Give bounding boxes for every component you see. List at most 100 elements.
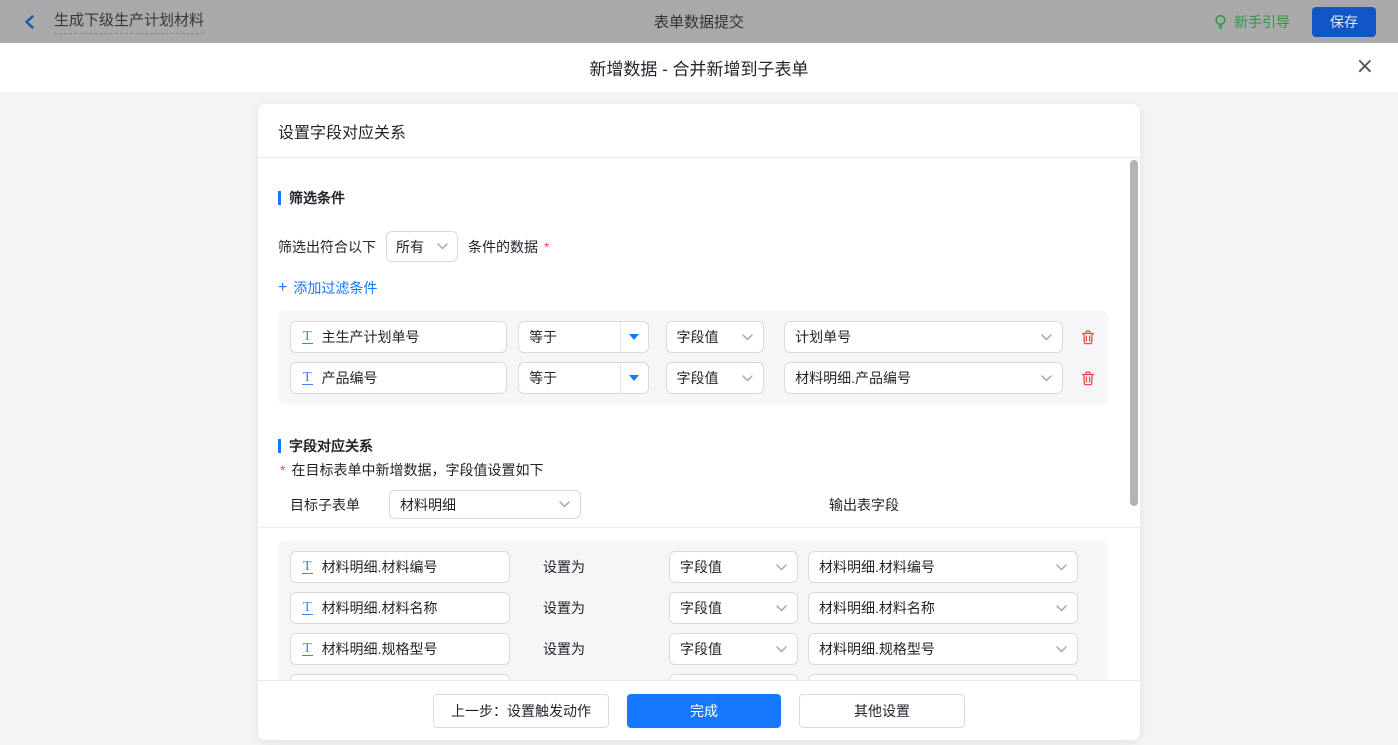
chevron-down-icon	[1041, 375, 1052, 382]
chevron-down-icon	[776, 646, 787, 653]
required-asterisk: *	[544, 239, 549, 255]
value-type-select[interactable]: 字段值	[669, 551, 798, 583]
delete-row-icon[interactable]	[1080, 329, 1096, 346]
top-app-bar: 表单数据提交 生成下级生产计划材料 新手引导 保存	[0, 0, 1398, 43]
value-type-value: 字段值	[680, 598, 722, 618]
set-as-label: 设置为	[543, 598, 587, 618]
operator-select[interactable]: 等于	[518, 321, 648, 353]
value-type-value: 字段值	[677, 327, 719, 347]
triangle-down-icon	[629, 375, 639, 381]
plus-icon: +	[278, 281, 287, 295]
modal-title: 新增数据 - 合并新增到子表单	[589, 55, 808, 80]
operator-select[interactable]: 等于	[518, 362, 648, 394]
operator-dropdown-button[interactable]	[620, 322, 648, 352]
filter-suffix-text: 条件的数据	[468, 237, 538, 257]
mapping-field-label: 材料明细.材料名称	[322, 598, 438, 618]
value-type-value: 字段值	[680, 639, 722, 659]
triangle-down-icon	[629, 334, 639, 340]
page-title: 表单数据提交	[0, 11, 1398, 32]
required-asterisk: *	[280, 462, 285, 478]
mapping-field-label: 材料明细.材料编号	[322, 557, 438, 577]
output-field-select[interactable]: 材料明细.规格型号	[808, 633, 1078, 665]
back-icon[interactable]	[22, 13, 40, 31]
text-field-icon: T	[302, 371, 313, 385]
mapping-field-selector[interactable]: T 材料明细.材料编号	[290, 551, 510, 583]
filter-section-title-text: 筛选条件	[289, 188, 345, 208]
value-type-select[interactable]: 字段值	[669, 633, 798, 665]
value-type-value: 字段值	[680, 557, 722, 577]
back-nav[interactable]: 生成下级生产计划材料	[22, 9, 204, 34]
text-field-icon: T	[302, 642, 313, 656]
filter-field-selector[interactable]: T 主生产计划单号	[290, 321, 507, 353]
set-as-label: 设置为	[543, 639, 587, 659]
output-fields-header: 输出表字段	[829, 495, 899, 515]
value-type-select[interactable]: 字段值	[669, 592, 798, 624]
chevron-down-icon	[437, 243, 448, 250]
filter-row: T 主生产计划单号 等于 字段值 计划单号	[290, 321, 1096, 353]
settings-card: 设置字段对应关系 筛选条件 筛选出符合以下 所有 条件的数据 * + 添加过滤条…	[258, 104, 1140, 740]
mapping-row: T 材料明细.规格型号 设置为 字段值 材料明细.规格型号	[290, 633, 1096, 665]
mapping-section-title-text: 字段对应关系	[289, 436, 373, 456]
filter-field-selector[interactable]: T 产品编号	[290, 362, 507, 394]
mapping-field-selector[interactable]: T 材料明细.规格型号	[290, 633, 510, 665]
value-select[interactable]: 材料明细.产品编号	[784, 362, 1063, 394]
add-filter-condition-label: 添加过滤条件	[293, 278, 377, 298]
target-subform-label: 目标子表单	[290, 495, 360, 515]
output-field-select[interactable]: 材料明细.材料编号	[808, 551, 1078, 583]
value-type-select[interactable]: 字段值	[666, 321, 765, 353]
text-field-icon: T	[302, 560, 313, 574]
value-select[interactable]: 计划单号	[784, 321, 1063, 353]
operator-value: 等于	[519, 368, 619, 388]
match-mode-select[interactable]: 所有	[386, 231, 458, 262]
text-field-icon: T	[302, 330, 313, 344]
card-header-title: 设置字段对应关系	[258, 104, 1140, 158]
add-filter-condition-link[interactable]: + 添加过滤条件	[278, 278, 1140, 298]
previous-step-button[interactable]: 上一步：设置触发动作	[433, 694, 609, 728]
vertical-scrollbar-thumb[interactable]	[1130, 160, 1138, 506]
value-type-value: 字段值	[677, 368, 719, 388]
mapping-description-text: 在目标表单中新增数据，字段值设置如下	[291, 460, 543, 480]
chevron-down-icon	[1056, 564, 1067, 571]
filter-field-label: 产品编号	[322, 368, 378, 388]
divider	[258, 527, 1140, 528]
back-label[interactable]: 生成下级生产计划材料	[54, 9, 204, 34]
text-field-icon: T	[302, 601, 313, 615]
value-select-value: 材料明细.产品编号	[795, 368, 911, 388]
chevron-down-icon	[776, 605, 787, 612]
chevron-down-icon	[742, 375, 753, 382]
done-button[interactable]: 完成	[627, 694, 781, 728]
value-select-value: 计划单号	[795, 327, 851, 347]
filter-prefix-text: 筛选出符合以下	[278, 237, 376, 257]
delete-row-icon[interactable]	[1080, 370, 1096, 387]
filter-section-title: 筛选条件	[278, 188, 1140, 208]
operator-dropdown-button[interactable]	[620, 363, 648, 393]
mapping-field-label: 材料明细.规格型号	[322, 639, 438, 659]
set-as-label: 设置为	[543, 557, 587, 577]
filter-rows-panel: T 主生产计划单号 等于 字段值 计划单号 T 产品编号	[278, 311, 1108, 404]
close-icon[interactable]: ×	[1356, 56, 1374, 78]
value-type-select[interactable]: 字段值	[666, 362, 765, 394]
modal-header: 新增数据 - 合并新增到子表单 ×	[0, 43, 1398, 92]
mapping-section-title: 字段对应关系	[278, 436, 1140, 456]
chevron-down-icon	[1056, 605, 1067, 612]
beginner-guide-link[interactable]: 新手引导	[1213, 12, 1290, 32]
output-field-value: 材料明细.材料名称	[819, 598, 935, 618]
output-field-value: 材料明细.规格型号	[819, 639, 935, 659]
operator-value: 等于	[519, 327, 619, 347]
mapping-field-selector[interactable]: T 材料明细.材料名称	[290, 592, 510, 624]
match-mode-value: 所有	[396, 237, 424, 257]
output-field-value: 材料明细.材料编号	[819, 557, 935, 577]
lightbulb-icon	[1213, 14, 1228, 30]
mapping-row: T 材料明细.材料名称 设置为 字段值 材料明细.材料名称	[290, 592, 1096, 624]
target-subform-select[interactable]: 材料明细	[389, 490, 581, 519]
output-field-select[interactable]: 材料明细.材料名称	[808, 592, 1078, 624]
filter-field-label: 主生产计划单号	[322, 327, 420, 347]
filter-match-line: 筛选出符合以下 所有 条件的数据 *	[278, 231, 1140, 262]
mapping-row: T 材料明细.材料编号 设置为 字段值 材料明细.材料编号	[290, 551, 1096, 583]
target-subform-row: 目标子表单 材料明细 输出表字段	[290, 490, 1140, 519]
other-settings-button[interactable]: 其他设置	[799, 694, 965, 728]
section-accent-bar	[278, 191, 281, 205]
beginner-guide-label: 新手引导	[1234, 12, 1290, 32]
save-button[interactable]: 保存	[1312, 7, 1376, 37]
chevron-down-icon	[776, 564, 787, 571]
